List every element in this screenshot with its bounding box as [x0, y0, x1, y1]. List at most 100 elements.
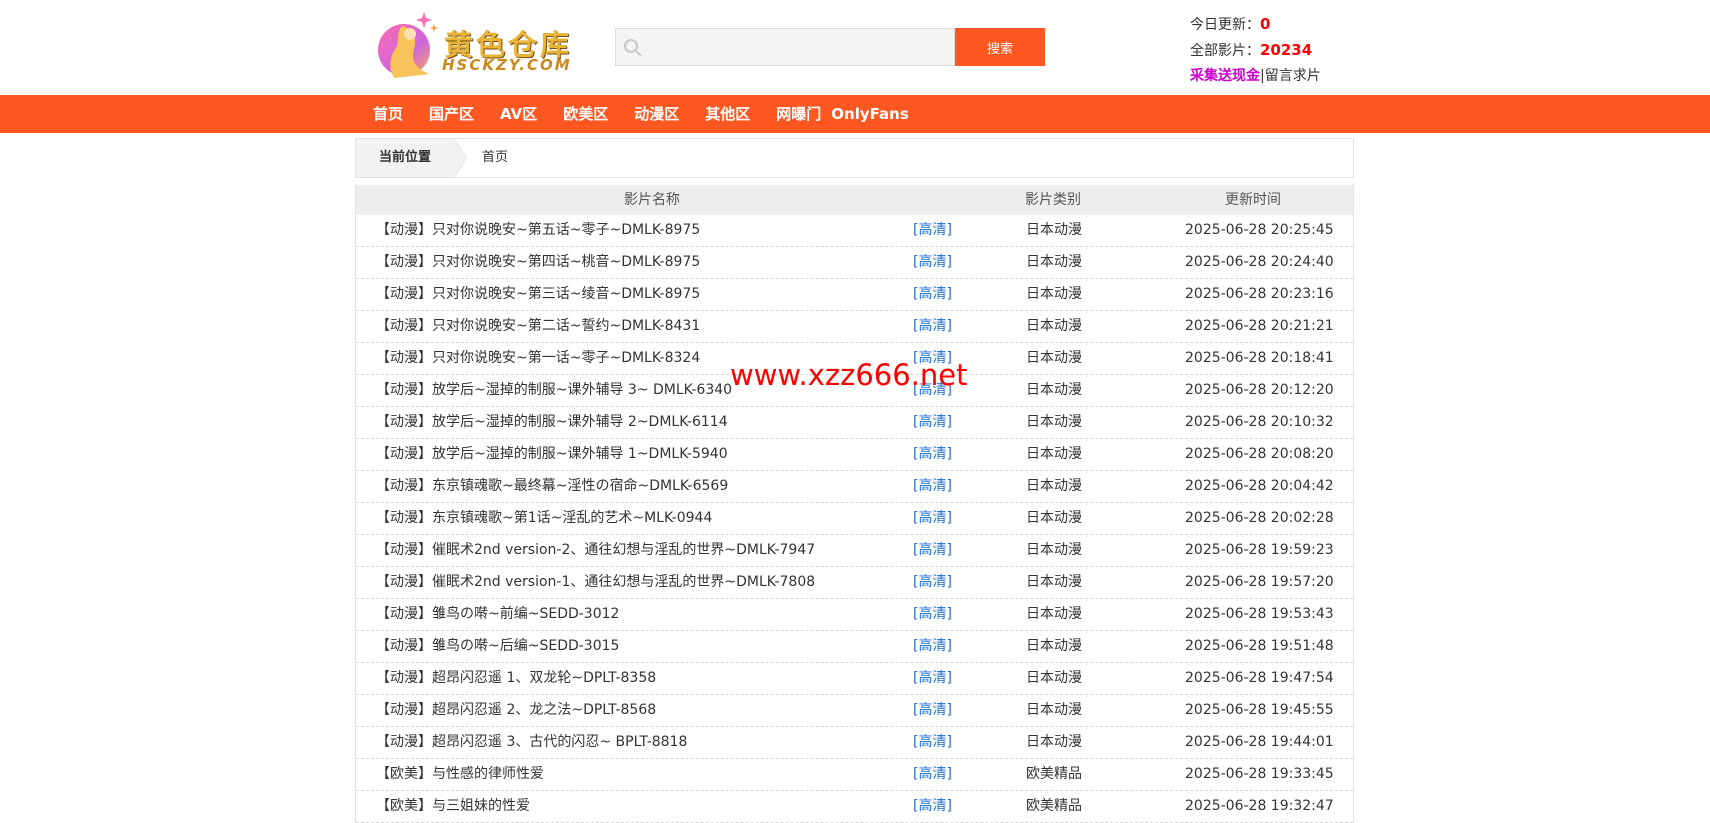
movie-title-link[interactable]: 【动漫】放学后~湿掉的制服~课外辅导 3~ DMLK-6340 — [376, 375, 732, 406]
table-row: 【动漫】放学后~湿掉的制服~课外辅导 2~DMLK-6114 [高清] 日本动漫 20… — [356, 407, 1353, 439]
breadcrumb-arrow — [454, 139, 466, 177]
movie-category: 日本动漫 — [1026, 574, 1082, 590]
movie-title-link[interactable]: 【动漫】雏鸟の啭~后编~SEDD-3015 — [376, 631, 619, 662]
movie-title-link[interactable]: 【动漫】东京镇魂歌~第1话~淫乱的艺术~MLK-0944 — [376, 503, 712, 534]
update-time: 2025-06-28 19:51:48 — [1185, 638, 1334, 654]
table-row: 【动漫】超昂闪忍遥 2、龙之法~DPLT-8568 [高清] 日本动漫 2025-06… — [356, 695, 1353, 727]
update-time: 2025-06-28 19:53:43 — [1185, 606, 1334, 622]
movie-category: 日本动漫 — [1026, 318, 1082, 334]
update-time: 2025-06-28 20:12:20 — [1185, 382, 1334, 398]
movie-category: 日本动漫 — [1026, 414, 1082, 430]
movie-title-link[interactable]: 【动漫】只对你说晚安~第一话~零子~DMLK-8324 — [376, 343, 700, 374]
movie-title-link[interactable]: 【动漫】放学后~湿掉的制服~课外辅导 1~DMLK-5940 — [376, 439, 728, 470]
movie-title-link[interactable]: 【动漫】放学后~湿掉的制服~课外辅导 2~DMLK-6114 — [376, 407, 728, 438]
table-row: 【动漫】超昂闪忍遥 1、双龙轮~DPLT-8358 [高清] 日本动漫 2025-06… — [356, 663, 1353, 695]
quality-badge-link[interactable]: [高清] — [913, 311, 952, 342]
quality-badge-link[interactable]: [高清] — [913, 759, 952, 790]
site-stats: 今日更新：0 全部影片：20234 采集送现金|留言求片 — [1190, 12, 1321, 89]
header-links: 采集送现金|留言求片 — [1190, 64, 1321, 89]
breadcrumb: 当前位置 首页 — [355, 138, 1354, 178]
movie-title-link[interactable]: 【动漫】只对你说晚安~第五话~零子~DMLK-8975 — [376, 215, 700, 246]
movie-title-link[interactable]: 【动漫】超昂闪忍遥 2、龙之法~DPLT-8568 — [376, 695, 656, 726]
movie-title-link[interactable]: 【动漫】超昂闪忍遥 3、古代的闪忍~ BPLT-8818 — [376, 727, 687, 758]
update-time: 2025-06-28 20:18:41 — [1185, 350, 1334, 366]
movie-category: 日本动漫 — [1026, 510, 1082, 526]
nav-item-domestic[interactable]: 国产区 — [429, 95, 474, 133]
movie-title-link[interactable]: 【欧美】与三姐妹的性爱 — [376, 791, 530, 822]
quality-badge-link[interactable]: [高清] — [913, 471, 952, 502]
movie-category: 日本动漫 — [1026, 542, 1082, 558]
quality-badge-link[interactable]: [高清] — [913, 567, 952, 598]
quality-badge-link[interactable]: [高清] — [913, 695, 952, 726]
nav-item-leaks[interactable]: 网曝门 — [776, 95, 821, 133]
site-header: 黄色仓库 HSCKZY.COM 搜索 今日更新：0 全部影片：20234 采集送… — [0, 0, 1710, 95]
quality-badge-link[interactable]: [高清] — [913, 439, 952, 470]
movie-title-link[interactable]: 【动漫】只对你说晚安~第四话~桃音~DMLK-8975 — [376, 247, 700, 278]
quality-badge-link[interactable]: [高清] — [913, 215, 952, 246]
quality-badge-link[interactable]: [高清] — [913, 535, 952, 566]
breadcrumb-label: 当前位置 — [356, 139, 454, 177]
update-time: 2025-06-28 20:25:45 — [1185, 222, 1334, 238]
nav-item-anime[interactable]: 动漫区 — [634, 95, 679, 133]
quality-badge-link[interactable]: [高清] — [913, 407, 952, 438]
update-time: 2025-06-28 20:24:40 — [1185, 254, 1334, 270]
nav-item-home[interactable]: 首页 — [373, 95, 403, 133]
movie-title-link[interactable]: 【欧美】与性感的律师性爱 — [376, 759, 544, 790]
table-row: 【动漫】放学后~湿掉的制服~课外辅导 3~ DMLK-6340 [高清] 日本动漫 2… — [356, 375, 1353, 407]
movie-category: 日本动漫 — [1026, 254, 1082, 270]
movie-category: 日本动漫 — [1026, 478, 1082, 494]
today-update-label: 今日更新： — [1190, 17, 1260, 33]
quality-badge-link[interactable]: [高清] — [913, 631, 952, 662]
movie-title-link[interactable]: 【动漫】只对你说晚安~第二话~誓约~DMLK-8431 — [376, 311, 700, 342]
quality-badge-link[interactable]: [高清] — [913, 599, 952, 630]
total-movies-stat: 全部影片：20234 — [1190, 38, 1321, 64]
site-logo[interactable]: 黄色仓库 HSCKZY.COM — [374, 8, 584, 84]
quality-badge-link[interactable]: [高清] — [913, 343, 952, 374]
quality-badge-link[interactable]: [高清] — [913, 663, 952, 694]
movie-category: 日本动漫 — [1026, 350, 1082, 366]
table-row: 【动漫】放学后~湿掉的制服~课外辅导 1~DMLK-5940 [高清] 日本动漫 20… — [356, 439, 1353, 471]
search-icon — [624, 39, 642, 57]
update-time: 2025-06-28 19:59:23 — [1185, 542, 1334, 558]
message-request-link[interactable]: 留言求片 — [1265, 68, 1321, 84]
movie-title-link[interactable]: 【动漫】催眠术2nd version-1、通往幻想与淫乱的世界~DMLK-780… — [376, 567, 815, 598]
nav-item-other[interactable]: 其他区 — [705, 95, 750, 133]
movie-title-link[interactable]: 【动漫】只对你说晚安~第三话~绫音~DMLK-8975 — [376, 279, 700, 310]
movie-title-link[interactable]: 【动漫】雏鸟の啭~前编~SEDD-3012 — [376, 599, 619, 630]
breadcrumb-home-link[interactable]: 首页 — [482, 139, 508, 177]
table-row: 【动漫】只对你说晚安~第四话~桃音~DMLK-8975 [高清] 日本动漫 2025-… — [356, 247, 1353, 279]
quality-badge-link[interactable]: [高清] — [913, 279, 952, 310]
movie-category: 日本动漫 — [1026, 382, 1082, 398]
update-time: 2025-06-28 20:04:42 — [1185, 478, 1334, 494]
table-row: 【动漫】雏鸟の啭~前编~SEDD-3012 [高清] 日本动漫 2025-06-28 … — [356, 599, 1353, 631]
table-row: 【动漫】催眠术2nd version-2、通往幻想与淫乱的世界~DMLK-794… — [356, 535, 1353, 567]
update-time: 2025-06-28 20:21:21 — [1185, 318, 1334, 334]
nav-item-western[interactable]: 欧美区 — [563, 95, 608, 133]
quality-badge-link[interactable]: [高清] — [913, 375, 952, 406]
table-row: 【欧美】与性感的律师性爱 [高清] 欧美精品 2025-06-28 19:33:45 — [356, 759, 1353, 791]
update-time: 2025-06-28 20:02:28 — [1185, 510, 1334, 526]
logo-figure-icon — [378, 12, 438, 78]
header-movie-category: 影片类别 — [1025, 192, 1081, 208]
movie-category: 日本动漫 — [1026, 702, 1082, 718]
promo-link[interactable]: 采集送现金 — [1190, 68, 1260, 84]
movie-category: 日本动漫 — [1026, 734, 1082, 750]
nav-item-av[interactable]: AV区 — [500, 95, 537, 133]
movie-title-link[interactable]: 【动漫】东京镇魂歌~最终幕~淫性の宿命~DMLK-6569 — [376, 471, 728, 502]
update-time: 2025-06-28 19:45:55 — [1185, 702, 1334, 718]
movie-list-header: 影片名称 影片类别 更新时间 — [356, 185, 1353, 215]
movie-category: 日本动漫 — [1026, 286, 1082, 302]
movie-title-link[interactable]: 【动漫】超昂闪忍遥 1、双龙轮~DPLT-8358 — [376, 663, 656, 694]
update-time: 2025-06-28 20:08:20 — [1185, 446, 1334, 462]
movie-title-link[interactable]: 【动漫】催眠术2nd version-2、通往幻想与淫乱的世界~DMLK-794… — [376, 535, 815, 566]
search-input[interactable] — [615, 28, 955, 66]
quality-badge-link[interactable]: [高清] — [913, 727, 952, 758]
quality-badge-link[interactable]: [高清] — [913, 791, 952, 822]
quality-badge-link[interactable]: [高清] — [913, 503, 952, 534]
table-row: 【动漫】只对你说晚安~第一话~零子~DMLK-8324 [高清] 日本动漫 2025-… — [356, 343, 1353, 375]
search-button[interactable]: 搜索 — [955, 28, 1045, 66]
movie-list: 影片名称 影片类别 更新时间 【动漫】只对你说晚安~第五话~零子~DMLK-89… — [355, 185, 1354, 823]
nav-item-onlyfans[interactable]: OnlyFans — [831, 95, 908, 133]
total-movies-label: 全部影片： — [1190, 43, 1260, 59]
quality-badge-link[interactable]: [高清] — [913, 247, 952, 278]
